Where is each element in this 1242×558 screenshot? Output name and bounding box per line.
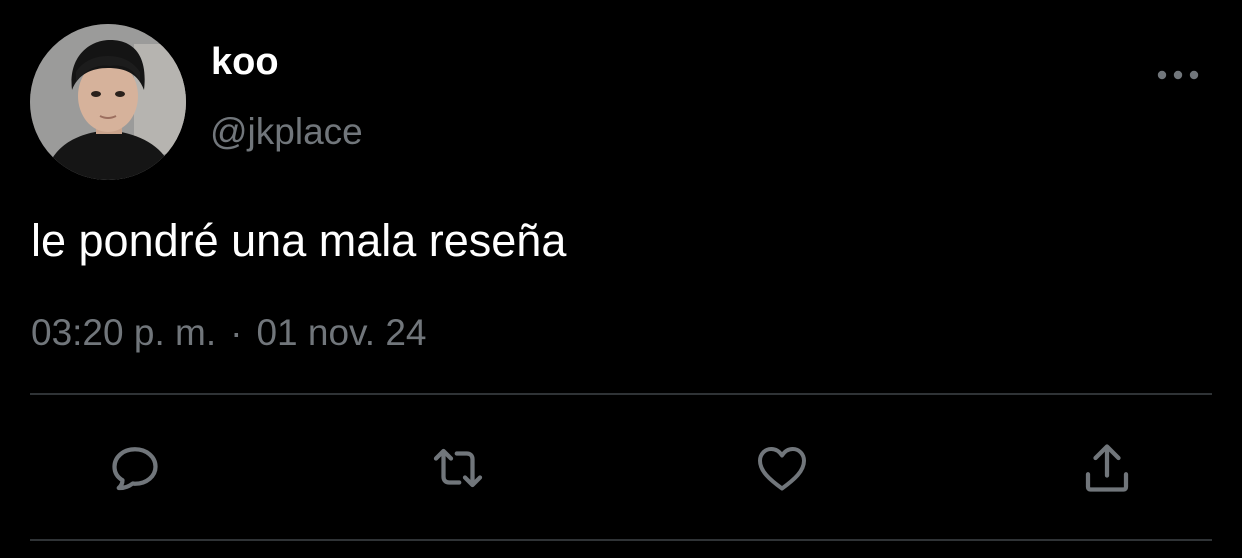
more-horizontal-icon (1157, 70, 1199, 80)
share-icon (1085, 444, 1129, 492)
tweet-text: le pondré una mala reseña (31, 215, 567, 266)
retweet-button[interactable] (426, 436, 490, 500)
retweet-icon (433, 448, 483, 488)
display-name[interactable]: koo (211, 40, 279, 84)
reply-button[interactable] (103, 436, 167, 500)
reply-icon (112, 447, 158, 491)
tweet-detail: koo @jkplace le pondré una mala reseña 0… (0, 0, 1242, 558)
timestamp-separator: · (230, 312, 243, 353)
user-handle[interactable]: @jkplace (210, 110, 363, 154)
more-options-button[interactable] (1152, 58, 1204, 92)
tweet-time: 03:20 p. m. (31, 312, 217, 353)
heart-icon (758, 447, 806, 491)
avatar[interactable] (30, 24, 186, 180)
tweet-date: 01 nov. 24 (256, 312, 427, 353)
avatar-photo (30, 24, 186, 180)
tweet-timestamp[interactable]: 03:20 p. m. · 01 nov. 24 (31, 311, 427, 355)
divider (30, 393, 1212, 395)
share-button[interactable] (1075, 436, 1139, 500)
like-button[interactable] (750, 436, 814, 500)
bottom-divider (30, 539, 1212, 541)
